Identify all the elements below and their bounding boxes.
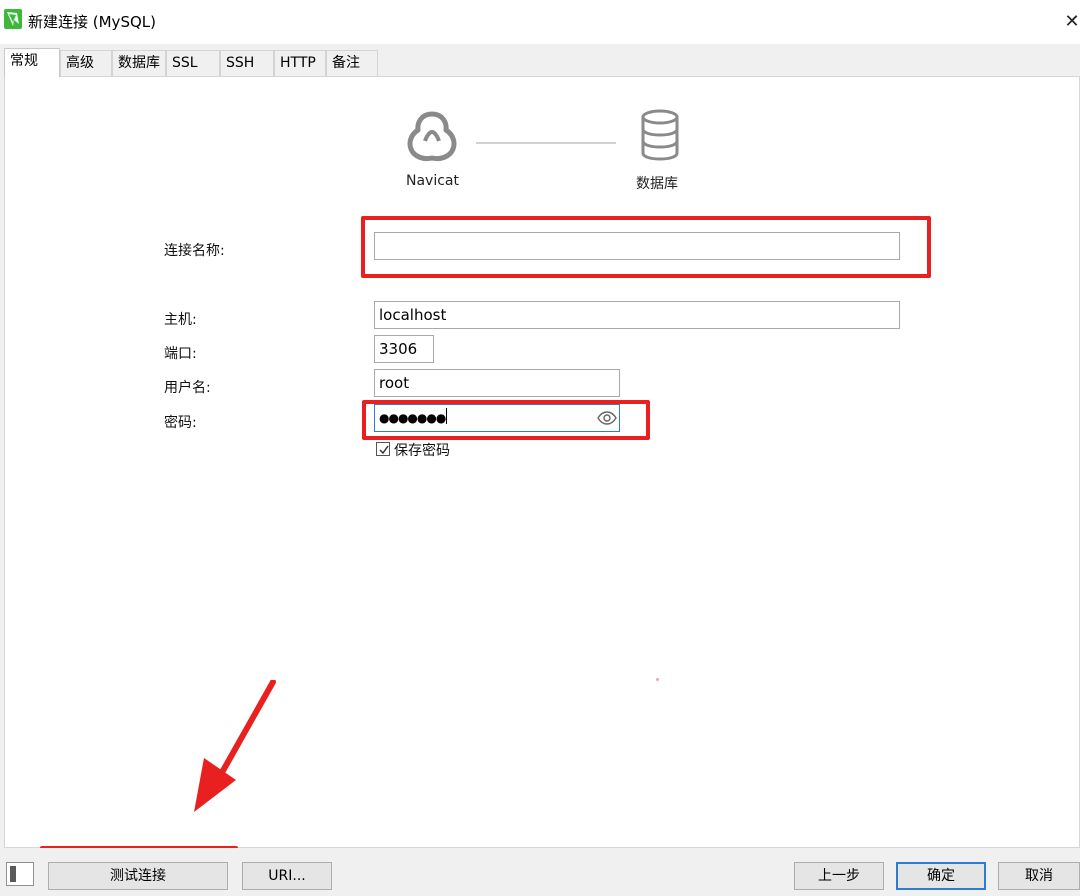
tab-bar: 常规 高级 数据库 SSL SSH HTTP 备注	[0, 44, 1080, 77]
tab-advanced[interactable]: 高级	[60, 50, 112, 76]
navicat-caption: Navicat	[406, 173, 459, 189]
tab-http[interactable]: HTTP	[274, 50, 326, 76]
close-icon[interactable]: ✕	[1064, 8, 1080, 34]
stray-dot	[656, 678, 659, 681]
back-button[interactable]: 上一步	[794, 862, 884, 890]
sidebar-toggle-icon[interactable]	[6, 862, 34, 886]
tab-databases[interactable]: 数据库	[112, 50, 166, 76]
save-password-checkbox[interactable]	[376, 442, 390, 456]
database-icon	[641, 109, 679, 161]
eye-icon[interactable]	[596, 407, 618, 429]
password-input[interactable]: ●●●●●●●	[374, 404, 620, 432]
uri-button[interactable]: URI...	[242, 862, 332, 890]
test-connection-button[interactable]: 测试连接	[48, 862, 228, 890]
text-caret	[446, 408, 448, 424]
username-input[interactable]: root	[374, 369, 620, 397]
host-input[interactable]: localhost	[374, 301, 900, 329]
host-label: 主机:	[164, 312, 197, 328]
general-panel	[4, 76, 1080, 848]
connection-line	[476, 142, 616, 144]
tab-notes[interactable]: 备注	[326, 50, 378, 76]
navicat-app-icon	[4, 9, 22, 29]
database-caption: 数据库	[636, 176, 678, 192]
navicat-logo-icon	[407, 111, 457, 162]
save-password-label[interactable]: 保存密码	[394, 440, 450, 460]
window-title: 新建连接 (MySQL)	[28, 13, 156, 31]
tab-general[interactable]: 常规	[4, 48, 60, 77]
tab-ssl[interactable]: SSL	[166, 50, 220, 76]
port-label: 端口:	[164, 346, 197, 362]
ok-button[interactable]: 确定	[896, 862, 986, 890]
connection-name-input[interactable]	[374, 232, 900, 260]
connection-name-label: 连接名称:	[164, 243, 225, 259]
title-bar: 新建连接 (MySQL) ✕	[0, 0, 1080, 44]
port-input[interactable]: 3306	[374, 335, 434, 363]
password-label: 密码:	[164, 415, 197, 431]
password-mask: ●●●●●●●	[379, 411, 446, 425]
username-label: 用户名:	[164, 380, 211, 396]
cancel-button[interactable]: 取消	[998, 862, 1080, 890]
tab-ssh[interactable]: SSH	[220, 50, 274, 76]
